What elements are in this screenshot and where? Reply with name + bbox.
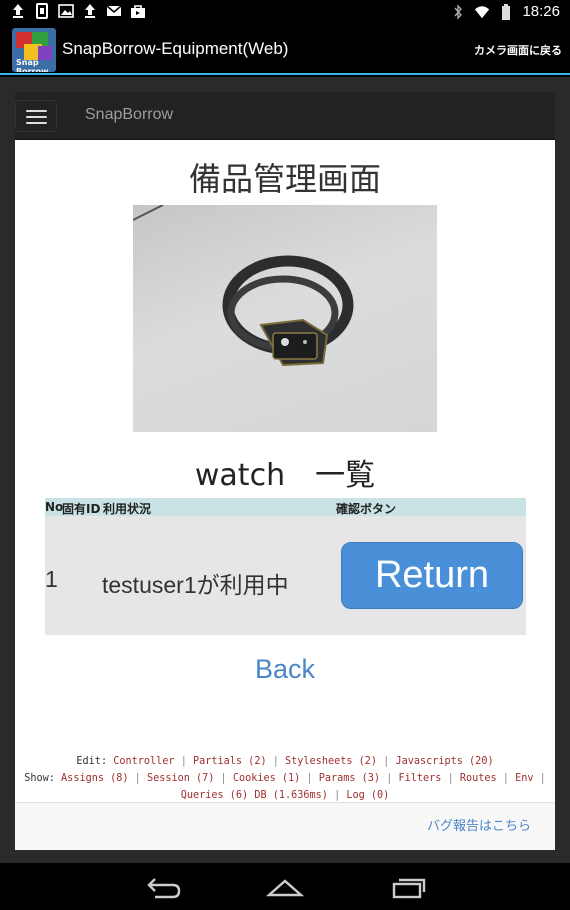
recents-icon[interactable] [388, 873, 428, 901]
back-link[interactable]: Back [15, 654, 555, 685]
back-to-camera-button[interactable]: カメラ画面に戻る [474, 42, 562, 58]
debug-edit-label: Edit: [76, 756, 108, 767]
notification-icons [10, 3, 146, 19]
upload-icon [10, 3, 26, 19]
equipment-photo [133, 205, 437, 432]
bug-report-link[interactable]: バグ報告はこちら [427, 815, 531, 834]
status-bar: 18:26 [0, 0, 570, 25]
debug-show-label: Show: [24, 773, 55, 784]
site-navbar: SnapBorrow [15, 92, 555, 140]
debug-link-env[interactable]: Env [515, 773, 533, 784]
debug-link-javascripts[interactable]: Javascripts (20) [395, 756, 493, 767]
site-brand[interactable]: SnapBorrow [85, 106, 173, 124]
col-no: No [45, 500, 64, 514]
debug-link-params[interactable]: Params (3) [319, 773, 380, 784]
upload-icon [82, 3, 98, 19]
home-icon[interactable] [265, 873, 305, 901]
cell-no: 1 [45, 566, 58, 592]
debug-edit-row: Edit: Controller | Partials (2) | Styles… [76, 756, 494, 767]
debug-link-controller[interactable]: Controller [113, 756, 174, 767]
page-content: 備品管理画面 watch 一覧 No 固有ID 利用状況 確認ボタン 1 tes… [15, 140, 555, 850]
debug-link-queries[interactable]: Queries (6) DB (1.636ms) [181, 790, 328, 801]
action-bar: Snap Borrow SnapBorrow-Equipment(Web) カメ… [0, 25, 570, 75]
debug-link-routes[interactable]: Routes [460, 773, 497, 784]
debug-link-stylesheets[interactable]: Stylesheets (2) [285, 756, 377, 767]
wifi-icon [474, 4, 490, 20]
debug-link-assigns[interactable]: Assigns (8) [61, 773, 128, 784]
col-status: 利用状況 [103, 502, 152, 516]
system-nav-bar [0, 863, 570, 910]
app-icon-text: Snap Borrow [16, 58, 49, 72]
app-icon: Snap Borrow [12, 28, 56, 72]
equipment-table: No 固有ID 利用状況 確認ボタン 1 testuser1が利用中 Retur… [45, 498, 526, 635]
image-icon [58, 3, 74, 19]
debug-link-session[interactable]: Session (7) [147, 773, 214, 784]
bluetooth-icon [450, 3, 466, 20]
debug-toolbar: Edit: Controller | Partials (2) | Styles… [15, 753, 555, 804]
debug-show-row: Show: Assigns (8) | Session (7) | Cookie… [24, 773, 546, 784]
back-icon[interactable] [143, 873, 183, 901]
sim-icon [34, 3, 50, 19]
battery-icon [498, 3, 514, 20]
system-icons: 18:26 [450, 3, 560, 20]
col-id: 固有ID [62, 502, 101, 516]
debug-link-log[interactable]: Log (0) [346, 790, 389, 801]
debug-link-cookies[interactable]: Cookies (1) [233, 773, 300, 784]
col-button: 確認ボタン [336, 502, 397, 516]
debug-link-filters[interactable]: Filters [398, 773, 441, 784]
table-header: No 固有ID 利用状況 確認ボタン [45, 498, 526, 516]
cell-status: testuser1が利用中 [102, 572, 289, 598]
debug-link-partials[interactable]: Partials (2) [193, 756, 267, 767]
bag-icon [130, 3, 146, 19]
hamburger-icon [26, 110, 47, 112]
return-button[interactable]: Return [341, 542, 523, 609]
app-title: SnapBorrow-Equipment(Web) [62, 39, 289, 58]
page-footer: バグ報告はこちら [15, 802, 555, 850]
list-heading: watch 一覧 [194, 458, 376, 493]
menu-toggle-button[interactable] [15, 100, 57, 132]
webview: SnapBorrow 備品管理画面 watch 一覧 No 固有ID 利用状況 … [0, 77, 570, 863]
page-title: 備品管理画面 [188, 160, 381, 198]
clock: 18:26 [522, 3, 560, 20]
gmail-icon [106, 3, 122, 19]
